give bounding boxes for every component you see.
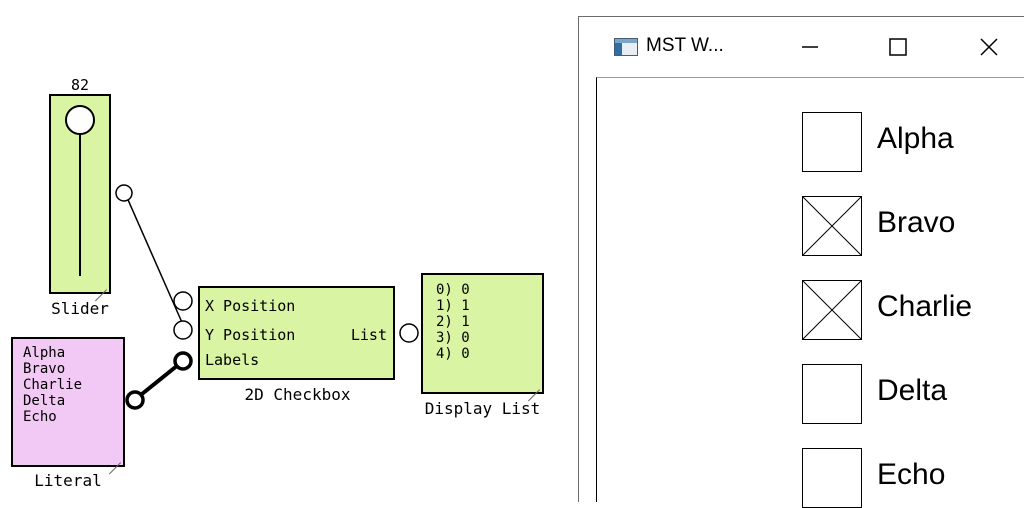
checkbox-2d-label: 2D Checkbox <box>244 385 351 404</box>
literal-line: Delta <box>23 393 66 409</box>
window-titlebar[interactable]: MST W... <box>579 17 1024 77</box>
list-output-port[interactable] <box>399 323 419 343</box>
slider-label: Slider <box>51 299 109 318</box>
window-title: MST W... <box>646 35 724 56</box>
checkbox-label: Charlie <box>877 290 973 323</box>
labels-port-label: Labels <box>205 351 260 369</box>
maximize-icon <box>889 38 907 56</box>
literal-label: Literal <box>34 471 102 490</box>
checkbox-label: Alpha <box>877 122 954 155</box>
checked-x-icon <box>802 280 862 340</box>
minimize-icon <box>802 46 818 48</box>
checkbox[interactable] <box>802 196 862 256</box>
minimize-button[interactable] <box>785 25 835 69</box>
literal-line: Alpha <box>23 345 66 361</box>
resize-handle[interactable] <box>109 451 121 463</box>
literal-line: Charlie <box>23 377 83 393</box>
resize-handle[interactable] <box>95 278 107 290</box>
list-port-label: List <box>350 326 387 344</box>
slider-output-port[interactable] <box>115 184 133 202</box>
app-icon <box>614 38 638 56</box>
display-list-label: Display List <box>424 399 541 418</box>
list-line: 2) 1 <box>436 314 470 330</box>
slider-thumb[interactable] <box>65 105 95 135</box>
list-line: 3) 0 <box>436 330 470 346</box>
checkbox-label: Delta <box>877 374 948 407</box>
list-line: 4) 0 <box>436 346 470 362</box>
list-line: 1) 1 <box>436 298 470 314</box>
x-position-label: X Position <box>205 297 296 315</box>
checkbox-label: Echo <box>877 458 946 491</box>
literal-line: Bravo <box>23 361 66 377</box>
close-button[interactable] <box>964 25 1014 69</box>
maximize-button[interactable] <box>873 25 923 69</box>
x-position-input-port[interactable] <box>173 291 193 311</box>
slider-track[interactable] <box>51 96 109 292</box>
close-icon <box>980 38 998 56</box>
slider-value: 82 <box>70 76 90 94</box>
checkbox[interactable] <box>802 448 862 508</box>
literal-block[interactable]: Alpha Bravo Charlie Delta Echo <box>11 337 125 467</box>
checkbox[interactable] <box>802 280 862 340</box>
checkbox-label: Bravo <box>877 206 956 239</box>
resize-handle[interactable] <box>528 378 540 390</box>
mst-window: MST W... Alpha Bravo Charlie Delta Echo <box>578 16 1024 508</box>
checkbox-2d-block[interactable]: X Position Y Position Labels List <box>198 286 395 380</box>
literal-output-port[interactable] <box>125 390 145 410</box>
checkbox[interactable] <box>802 364 862 424</box>
window-client-area: Alpha Bravo Charlie Delta Echo <box>596 77 1024 508</box>
slider-block[interactable] <box>49 94 111 294</box>
display-list-block[interactable]: 0) 0 1) 1 2) 1 3) 0 4) 0 <box>421 273 544 394</box>
wire-slider-to-y <box>124 192 185 328</box>
y-position-label: Y Position <box>205 326 296 344</box>
list-line: 0) 0 <box>436 282 470 298</box>
y-position-input-port[interactable] <box>173 320 193 340</box>
checked-x-icon <box>802 196 862 256</box>
labels-input-port[interactable] <box>173 351 193 371</box>
checkbox[interactable] <box>802 112 862 172</box>
literal-line: Echo <box>23 409 57 425</box>
